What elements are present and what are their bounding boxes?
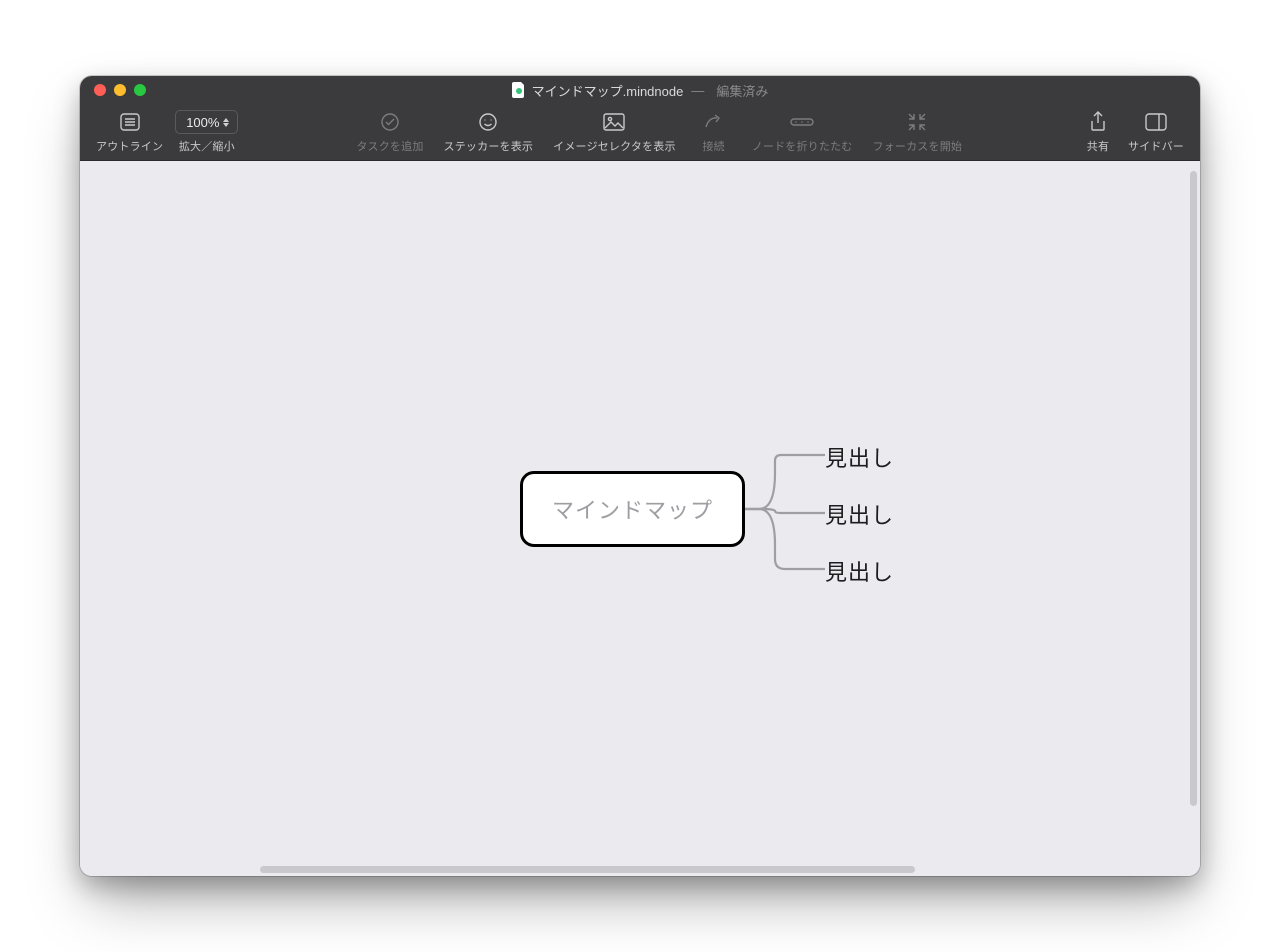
fold-nodes-button[interactable]: ノードを折りたたむ: [746, 108, 859, 154]
app-window: マインドマップ.mindnode — 編集済み アウトライン: [80, 76, 1200, 876]
sidebar-icon: [1145, 110, 1167, 134]
fold-icon: [790, 110, 814, 134]
window-title: マインドマップ.mindnode — 編集済み: [80, 81, 1200, 100]
mindmap-canvas[interactable]: マインドマップ 見出し 見出し 見出し: [80, 161, 1200, 876]
zoom-window-button[interactable]: [134, 84, 146, 96]
root-node-text: マインドマップ: [552, 493, 713, 525]
share-icon: [1089, 110, 1107, 134]
stickers-label: ステッカーを表示: [444, 138, 534, 154]
zoom-value: 100%: [186, 115, 219, 130]
document-status: 編集済み: [716, 81, 768, 100]
child-node-text: 見出し: [825, 503, 894, 528]
zoom-stepper[interactable]: 100%: [175, 110, 238, 134]
add-task-button[interactable]: タスクを追加: [350, 108, 429, 154]
share-button[interactable]: 共有: [1074, 108, 1122, 154]
outline-label: アウトライン: [96, 138, 163, 154]
connect-icon: [703, 110, 725, 134]
focus-icon: [907, 110, 927, 134]
vertical-scrollbar[interactable]: [1190, 171, 1197, 806]
zoom-control[interactable]: 100% 拡大／縮小: [169, 108, 244, 154]
child-node[interactable]: 見出し: [825, 441, 894, 473]
node-connectors: [745, 431, 825, 591]
connect-button[interactable]: 接続: [690, 108, 738, 154]
horizontal-scrollbar[interactable]: [260, 866, 915, 873]
focus-label: フォーカスを開始: [873, 138, 963, 154]
focus-button[interactable]: フォーカスを開始: [867, 108, 969, 154]
outline-button[interactable]: アウトライン: [90, 108, 169, 154]
child-node[interactable]: 見出し: [825, 555, 894, 587]
sidebar-button[interactable]: サイドバー: [1122, 108, 1190, 154]
check-circle-icon: [380, 110, 400, 134]
stickers-button[interactable]: ステッカーを表示: [438, 108, 540, 154]
titlebar: マインドマップ.mindnode — 編集済み: [80, 76, 1200, 104]
connect-label: 接続: [702, 138, 724, 154]
smiley-icon: [478, 110, 498, 134]
image-selector-label: イメージセレクタを表示: [553, 138, 676, 154]
close-window-button[interactable]: [94, 84, 106, 96]
image-selector-button[interactable]: イメージセレクタを表示: [547, 108, 682, 154]
stepper-icon: [223, 111, 233, 133]
document-icon: [512, 82, 526, 98]
child-node-text: 見出し: [825, 446, 894, 471]
image-icon: [603, 110, 625, 134]
share-label: 共有: [1087, 138, 1109, 154]
toolbar: アウトライン 100% 拡大／縮小: [80, 104, 1200, 161]
document-title: マインドマップ.mindnode: [532, 81, 684, 100]
outline-icon: [120, 110, 140, 134]
sidebar-label: サイドバー: [1128, 138, 1184, 154]
traffic-lights: [80, 84, 146, 96]
minimize-window-button[interactable]: [114, 84, 126, 96]
fold-label: ノードを折りたたむ: [752, 138, 853, 154]
title-separator: —: [691, 83, 704, 98]
child-node[interactable]: 見出し: [825, 498, 894, 530]
add-task-label: タスクを追加: [356, 138, 423, 154]
child-node-text: 見出し: [825, 560, 894, 585]
zoom-label: 拡大／縮小: [179, 138, 235, 154]
root-node[interactable]: マインドマップ: [520, 471, 745, 547]
